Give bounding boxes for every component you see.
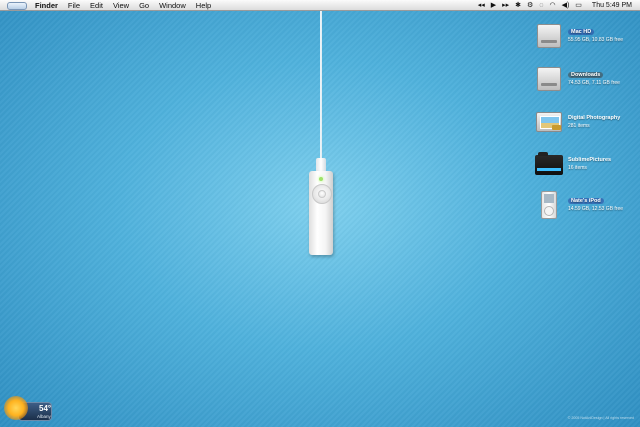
desktop-item-digital-photography[interactable]: Digital Photography 281 items <box>534 108 640 146</box>
menu-list: Finder File Edit View Go Window Help <box>35 0 211 11</box>
weather-widget[interactable]: 54° Albany <box>4 396 54 423</box>
play-icon[interactable]: ▶ <box>491 0 496 11</box>
menu-view[interactable]: View <box>113 0 129 11</box>
photo-folder-icon <box>534 108 564 136</box>
menu-file[interactable]: File <box>68 0 80 11</box>
script-gear-icon[interactable]: ⚙ <box>527 0 533 11</box>
desktop-item-nates-ipod[interactable]: Nate's iPod 14.59 GB, 12.53 GB free <box>534 191 640 229</box>
menu-go[interactable]: Go <box>139 0 149 11</box>
menu-app-finder[interactable]: Finder <box>35 0 58 11</box>
desktop-item-sublimepictures[interactable]: SublimePictures 16 items <box>534 150 640 188</box>
menu-extras: ◂◂ ▶ ▸▸ ✱ ⚙ ◌ ◠ ◀) ▭ Thu 5:49 PM <box>478 0 632 11</box>
rewind-icon[interactable]: ◂◂ <box>478 0 485 11</box>
desktop-item-label: Digital Photography <box>568 115 621 121</box>
hard-drive-icon <box>534 65 564 93</box>
fast-forward-icon[interactable]: ▸▸ <box>502 0 509 11</box>
ipod-shuffle <box>309 171 333 255</box>
black-folder-icon <box>534 150 564 178</box>
apple-menu-icon[interactable] <box>7 2 27 10</box>
volume-icon[interactable]: ◀) <box>562 0 570 11</box>
desktop-item-detail: 14.59 GB, 12.53 GB free <box>568 206 624 212</box>
shuffle-connector <box>316 158 326 172</box>
desktop-item-label: Mac HD <box>568 29 595 35</box>
desktop-item-mac-hd[interactable]: Mac HD 55.95 GB, 10.83 GB free <box>534 22 640 60</box>
desktop-item-detail: 16 items <box>568 165 587 171</box>
menu-clock[interactable]: Thu 5:49 PM <box>592 0 632 11</box>
lanyard-cable <box>320 11 322 161</box>
sync-icon[interactable]: ◌ <box>539 0 543 11</box>
desktop-item-label: Nate's iPod <box>568 198 604 204</box>
hard-drive-icon <box>534 22 564 50</box>
menu-bar: Finder File Edit View Go Window Help ◂◂ … <box>0 0 640 11</box>
status-led-icon <box>319 177 323 181</box>
weather-temperature: 54° <box>39 404 52 413</box>
sun-icon <box>4 396 28 420</box>
play-pause-button <box>318 190 326 198</box>
desktop-item-detail: 281 items <box>568 123 590 129</box>
desktop-item-downloads[interactable]: Downloads 74.53 GB, 7.11 GB free <box>534 65 640 103</box>
desktop-item-detail: 55.95 GB, 10.83 GB free <box>568 37 624 43</box>
menu-help[interactable]: Help <box>196 0 211 11</box>
weather-city: Albany <box>37 414 51 419</box>
bluetooth-icon[interactable]: ✱ <box>515 0 521 11</box>
battery-icon[interactable]: ▭ <box>575 0 582 11</box>
wallpaper-credit: © 2005 NotAnIDesign | All rights reserve… <box>567 416 634 420</box>
menu-window[interactable]: Window <box>159 0 186 11</box>
ipod-icon <box>534 191 564 219</box>
menu-edit[interactable]: Edit <box>90 0 103 11</box>
desktop-item-label: Downloads <box>568 72 604 78</box>
control-pad <box>312 184 332 204</box>
desktop-item-label: SublimePictures <box>568 157 612 163</box>
desktop-item-detail: 74.53 GB, 7.11 GB free <box>568 80 620 86</box>
wifi-icon[interactable]: ◠ <box>549 0 555 11</box>
